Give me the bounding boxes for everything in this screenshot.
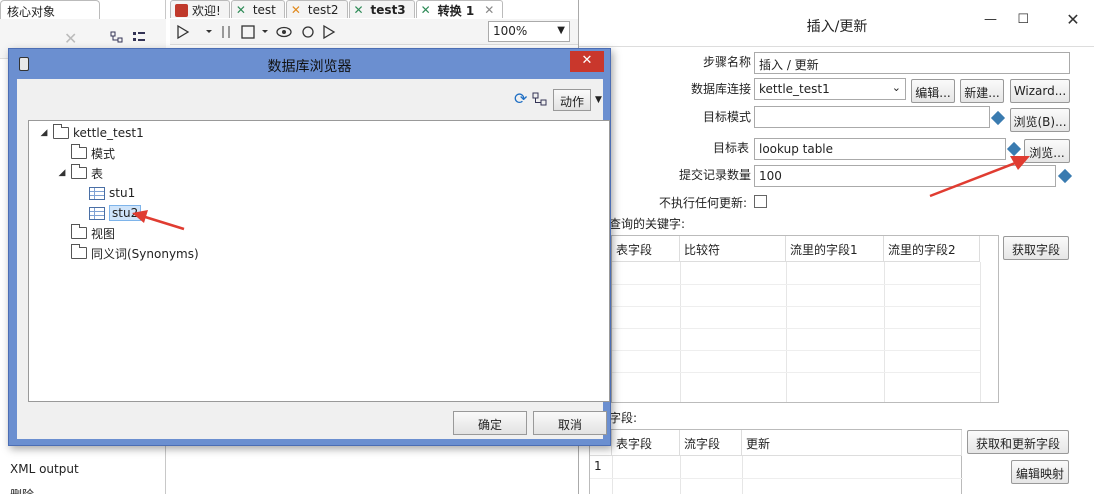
chevron-down-icon: ⌄ xyxy=(891,81,901,94)
browse-table-button[interactable]: 浏览... xyxy=(1024,139,1070,163)
welcome-icon xyxy=(175,3,188,17)
transform-icon: ✕ xyxy=(420,2,431,17)
tab-test3[interactable]: ✕ test3 xyxy=(348,0,415,18)
column-header[interactable]: 流里的字段2 xyxy=(884,236,980,262)
database-browser-titlebar: 数据库浏览器 xyxy=(9,49,610,79)
column-header[interactable]: 流字段 xyxy=(680,430,742,456)
no-update-label: 不执行任何更新: xyxy=(658,196,747,210)
no-update-checkbox[interactable] xyxy=(754,195,767,208)
lookup-keys-label: 查询的关键字: xyxy=(609,217,686,231)
edit-connection-button[interactable]: 编辑... xyxy=(911,79,955,103)
folder-icon xyxy=(53,124,69,139)
get-update-fields-button[interactable]: 获取和更新字段 xyxy=(967,430,1069,454)
transform-icon: ✕ xyxy=(235,2,246,17)
close-icon[interactable]: ✕ xyxy=(1051,10,1094,36)
tree-node-schemas[interactable]: 模式 xyxy=(57,143,115,163)
database-icon xyxy=(19,57,29,71)
column-header[interactable]: 表字段 xyxy=(612,430,680,456)
maximize-icon[interactable]: ☐ xyxy=(1017,12,1029,27)
folder-icon xyxy=(71,244,87,259)
insert-update-dialog: 插入/更新 — ☐ ✕ 步骤名称 插入 / 更新 数据库连接 kettle_te… xyxy=(578,0,1094,494)
column-header[interactable]: 更新 xyxy=(742,430,962,456)
transform-icon: ✕ xyxy=(353,2,364,17)
commit-size-label: 提交记录数量 xyxy=(678,168,751,182)
variable-icon xyxy=(1006,141,1022,157)
tab-test2[interactable]: ✕ test2 xyxy=(285,0,348,18)
database-browser-dialog: 数据库浏览器 ✕ ⟳ 动作 ▼ ◢ kettle_test1 模式 ◢ 表 st… xyxy=(8,48,611,446)
close-icon[interactable]: ✕ xyxy=(570,51,604,72)
canvas-toolbar: 100% ▼ xyxy=(170,19,578,45)
list-item-xml-output[interactable]: XML output xyxy=(10,462,79,476)
tree-node-tables[interactable]: ◢ 表 xyxy=(57,163,103,183)
tab-welcome[interactable]: 欢迎! xyxy=(170,0,230,18)
commit-size-input[interactable]: 100 xyxy=(754,165,1056,187)
update-fields-label: 字段: xyxy=(609,411,638,425)
chevron-down-icon: ▼ xyxy=(557,25,565,36)
expand-tree-icon[interactable] xyxy=(110,31,124,43)
edit-mapping-button[interactable]: 编辑映射 xyxy=(1011,460,1069,484)
refresh-icon[interactable]: ⟳ xyxy=(514,91,530,107)
tab-test[interactable]: ✕ test xyxy=(230,0,285,18)
variable-icon xyxy=(1057,168,1073,184)
column-header[interactable]: 比较符 xyxy=(680,236,786,262)
folder-icon xyxy=(71,164,87,179)
target-schema-label: 目标模式 xyxy=(702,110,751,124)
target-schema-input[interactable] xyxy=(754,106,990,128)
tree-node-table-stu1[interactable]: stu1 xyxy=(89,183,135,203)
row-number[interactable]: 1 xyxy=(594,459,602,473)
new-connection-button[interactable]: 新建... xyxy=(960,79,1004,103)
get-fields-button[interactable]: 获取字段 xyxy=(1003,236,1069,260)
tree-node-synonyms[interactable]: 同义词(Synonyms) xyxy=(57,243,199,263)
collapse-tree-icon[interactable] xyxy=(132,31,146,43)
cancel-button[interactable]: 取消 xyxy=(533,411,607,435)
step-name-label: 步骤名称 xyxy=(702,55,751,69)
table-icon xyxy=(89,206,105,220)
lookup-keys-table[interactable]: 表字段 比较符 流里的字段1 流里的字段2 xyxy=(611,235,999,403)
list-item-delete[interactable]: 删除 xyxy=(10,486,34,494)
selected-item-label: stu2 xyxy=(109,205,142,221)
target-table-label: 目标表 xyxy=(712,141,749,155)
insert-update-titlebar: 插入/更新 — ☐ ✕ xyxy=(579,0,1094,46)
expanded-icon[interactable]: ◢ xyxy=(39,128,49,138)
core-objects-tab[interactable]: 核心对象 xyxy=(0,0,100,19)
tree-node-connection[interactable]: ◢ kettle_test1 xyxy=(39,123,144,143)
close-tab-icon[interactable]: ✕ xyxy=(484,3,494,17)
minimize-icon[interactable]: — xyxy=(984,12,997,27)
database-browser-body: ⟳ 动作 ▼ ◢ kettle_test1 模式 ◢ 表 stu1 stu2 视… xyxy=(17,79,610,439)
db-connection-label: 数据库连接 xyxy=(690,82,751,96)
clear-filter-icon[interactable]: ✕ xyxy=(64,29,77,48)
tree-node-views[interactable]: 视图 xyxy=(57,223,115,243)
action-button[interactable]: 动作 xyxy=(553,89,591,111)
target-table-input[interactable]: lookup table xyxy=(754,138,1006,160)
tree-node-table-stu2[interactable]: stu2 xyxy=(89,203,142,223)
folder-icon xyxy=(71,224,87,239)
insert-update-body: 步骤名称 插入 / 更新 数据库连接 kettle_test1 ⌄ 编辑... 新… xyxy=(579,46,1094,494)
column-header[interactable]: 流里的字段1 xyxy=(786,236,884,262)
job-icon: ✕ xyxy=(290,2,301,17)
db-connection-select[interactable]: kettle_test1 ⌄ xyxy=(754,78,906,100)
table-icon xyxy=(89,186,105,200)
ok-button[interactable]: 确定 xyxy=(453,411,527,435)
connection-icon[interactable] xyxy=(532,91,548,107)
run-controls-icons[interactable] xyxy=(176,24,346,40)
folder-icon xyxy=(71,144,87,159)
chevron-down-icon[interactable]: ▼ xyxy=(595,95,602,105)
browse-schema-button[interactable]: 浏览(B)... xyxy=(1010,108,1070,132)
zoom-select[interactable]: 100% ▼ xyxy=(488,21,570,42)
step-name-input[interactable]: 插入 / 更新 xyxy=(754,52,1070,74)
variable-icon xyxy=(990,110,1006,126)
database-tree[interactable]: ◢ kettle_test1 模式 ◢ 表 stu1 stu2 视图 同义词(S… xyxy=(28,120,610,402)
editor-tabs: 欢迎! ✕ test ✕ test2 ✕ test3 ✕ 转换 1 ✕ xyxy=(170,0,504,18)
wizard-button[interactable]: Wizard... xyxy=(1010,79,1070,103)
tab-transform-1[interactable]: ✕ 转换 1 ✕ xyxy=(415,0,504,18)
column-header[interactable]: 表字段 xyxy=(612,236,680,262)
update-fields-table[interactable]: 表字段 流字段 更新 1 xyxy=(589,429,963,494)
expanded-icon[interactable]: ◢ xyxy=(57,168,67,178)
